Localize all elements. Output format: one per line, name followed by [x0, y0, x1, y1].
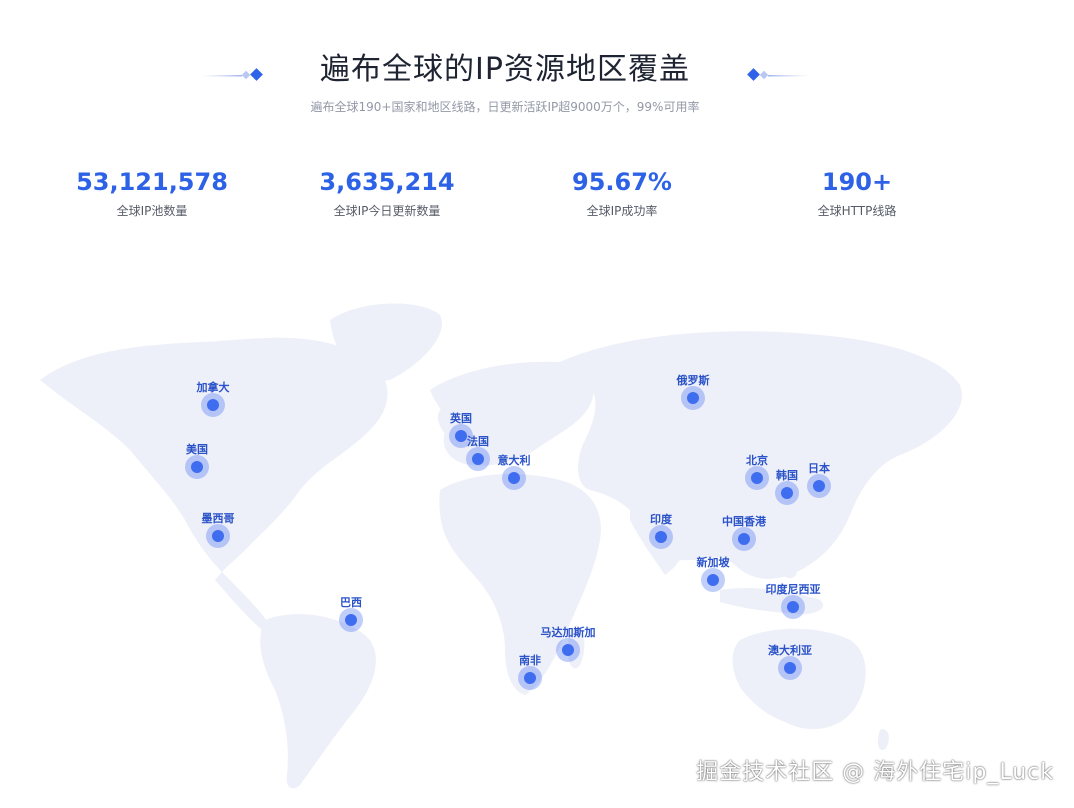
- location-dot-icon: [738, 533, 750, 545]
- world-map-land: [40, 303, 962, 789]
- marker-label: 法国: [467, 435, 489, 448]
- section-header: 遍布全球的IP资源地区覆盖 遍布全球190+国家和地区线路，日更新活跃IP超90…: [0, 44, 1010, 115]
- marker-label: 新加坡: [696, 556, 730, 569]
- location-dot-icon: [345, 614, 357, 626]
- marker-label: 印度: [650, 513, 672, 526]
- stat-value: 190+: [821, 168, 893, 196]
- marker-label: 墨西哥: [201, 512, 235, 525]
- stat-value: 3,635,214: [319, 168, 455, 196]
- title-right-decoration-icon: [747, 68, 810, 81]
- location-dot-icon: [655, 531, 667, 543]
- marker-label: 印度尼西亚: [765, 583, 821, 596]
- page-title: 遍布全球的IP资源地区覆盖: [320, 52, 690, 87]
- stat-value: 53,121,578: [76, 168, 228, 196]
- stat-label: 全球IP成功率: [586, 204, 658, 218]
- stat-success-rate: 95.67% 全球IP成功率: [512, 168, 732, 219]
- marker-label: 美国: [186, 443, 208, 456]
- stats-row: 53,121,578 全球IP池数量 3,635,214 全球IP今日更新数量 …: [0, 168, 1074, 238]
- location-dot-icon: [524, 672, 536, 684]
- stat-daily-update: 3,635,214 全球IP今日更新数量: [277, 168, 497, 219]
- marker-label: 意大利: [497, 454, 531, 467]
- marker-label: 南非: [519, 654, 541, 667]
- stat-http-lines: 190+ 全球HTTP线路: [747, 168, 967, 219]
- world-map: 加拿大 美国 墨西哥 巴西 英国 法国 意大利 俄罗斯 北京 韩国 日本 印度 …: [0, 290, 1074, 800]
- marker-label: 俄罗斯: [676, 374, 710, 387]
- location-dot-icon: [191, 461, 203, 473]
- location-dot-icon: [813, 480, 825, 492]
- location-dot-icon: [687, 392, 699, 404]
- stat-label: 全球IP今日更新数量: [333, 204, 441, 218]
- marker-label: 中国香港: [722, 515, 766, 528]
- location-dot-icon: [784, 662, 796, 674]
- stat-value: 95.67%: [572, 168, 672, 196]
- title-left-decoration-icon: [200, 68, 263, 81]
- location-dot-icon: [212, 530, 224, 542]
- page-subtitle: 遍布全球190+国家和地区线路，日更新活跃IP超9000万个，99%可用率: [310, 100, 700, 114]
- marker-label: 日本: [808, 462, 830, 475]
- stat-label: 全球HTTP线路: [817, 204, 897, 218]
- marker-label: 马达加斯加: [540, 626, 596, 639]
- marker-label: 巴西: [340, 596, 362, 609]
- marker-label: 英国: [450, 412, 472, 425]
- marker-label: 加拿大: [196, 381, 230, 394]
- location-dot-icon: [707, 574, 719, 586]
- watermark: 掘金技术社区 @ 海外住宅ip_Luck: [696, 760, 1054, 785]
- marker-label: 澳大利亚: [768, 644, 812, 657]
- stat-label: 全球IP池数量: [116, 204, 188, 218]
- location-dot-icon: [508, 472, 520, 484]
- location-dot-icon: [781, 487, 793, 499]
- stat-ip-pool: 53,121,578 全球IP池数量: [42, 168, 262, 219]
- location-dot-icon: [787, 601, 799, 613]
- location-dot-icon: [207, 399, 219, 411]
